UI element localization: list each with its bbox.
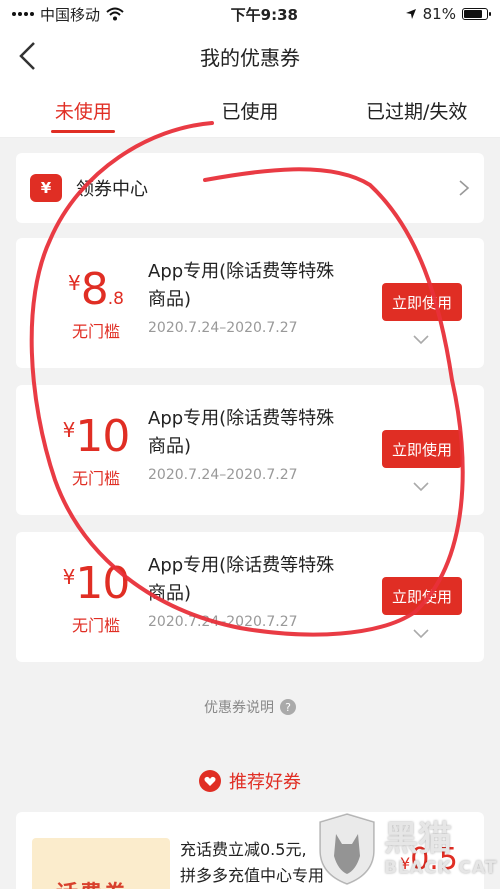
coupon-tabs: 未使用 已使用 已过期/失效 — [0, 84, 500, 138]
coupon-card: ¥10 无门槛 App专用(除话费等特殊商品) 2020.7.24–2020.7… — [16, 532, 484, 662]
question-icon: ? — [280, 699, 296, 715]
watermark-en: BLACK CAT — [384, 857, 498, 878]
coupon-validity: 2020.7.24–2020.7.27 — [148, 614, 298, 630]
status-left: 中国移动 — [12, 4, 124, 25]
coupon-condition: 无门槛 — [71, 322, 120, 341]
use-now-button[interactable]: 立即使用 — [382, 430, 462, 468]
recommend-title: 推荐好券 — [229, 772, 301, 793]
amount-value: 10 — [75, 411, 130, 462]
watermark-text: 黑猫 BLACK CAT — [384, 820, 497, 878]
currency-symbol: ¥ — [68, 271, 81, 295]
coupon-amount: ¥10 — [46, 558, 146, 609]
use-now-button[interactable]: 立即使用 — [382, 577, 462, 615]
coupon-explanation-link[interactable]: 优惠券说明 ? — [0, 697, 500, 717]
use-now-button[interactable]: 立即使用 — [382, 283, 462, 321]
clock: 下午9:38 — [230, 5, 298, 24]
amount-value: 10 — [75, 558, 130, 609]
chevron-right-icon — [459, 180, 470, 196]
carrier-label: 中国移动 — [40, 5, 101, 24]
coupon-center-label: 领券中心 — [76, 179, 148, 200]
tab-unused[interactable]: 未使用 — [0, 84, 167, 137]
coupon-validity: 2020.7.24–2020.7.27 — [148, 467, 298, 483]
coupon-amount: ¥10 — [46, 411, 146, 462]
currency-symbol: ¥ — [62, 565, 76, 589]
coupon-ticket-icon: ¥ — [30, 174, 62, 202]
back-arrow-icon[interactable] — [14, 40, 44, 72]
wifi-icon — [106, 7, 124, 21]
coupon-explanation-label: 优惠券说明 — [204, 700, 274, 716]
coupon-card: ¥10 无门槛 App专用(除话费等特殊商品) 2020.7.24–2020.7… — [16, 385, 484, 515]
rec-coupon-line1: 充话费立减0.5元, — [180, 840, 307, 859]
rec-coupon-line2: 拼多多充值中心专用 — [180, 866, 325, 885]
status-right: 81% — [405, 5, 491, 23]
currency-symbol: ¥ — [62, 418, 76, 442]
heart-icon — [199, 770, 221, 792]
chevron-down-icon[interactable] — [412, 334, 430, 346]
battery-icon — [461, 8, 491, 20]
watermark-cn: 黑猫 — [384, 818, 452, 859]
phone-bill-coupon-thumbnail: 话费券 — [32, 838, 170, 889]
amount-decimal: .8 — [107, 289, 124, 309]
black-cat-watermark: 黑猫 BLACK CAT — [316, 808, 500, 889]
coupon-condition: 无门槛 — [71, 469, 120, 488]
recommend-header: 推荐好券 — [0, 768, 500, 794]
page-title: 我的优惠券 — [200, 45, 300, 70]
chevron-down-icon[interactable] — [412, 481, 430, 493]
signal-icon — [12, 12, 34, 16]
coupon-card: ¥8.8 无门槛 App专用(除话费等特殊商品) 2020.7.24–2020.… — [16, 238, 484, 368]
battery-percent: 81% — [422, 5, 456, 23]
status-bar: 中国移动 下午9:38 81% — [0, 0, 500, 28]
cat-shield-logo-icon — [319, 812, 375, 885]
coupon-center-row[interactable]: ¥ 领券中心 — [16, 153, 484, 223]
coupon-description: App专用(除话费等特殊商品) — [148, 261, 335, 310]
coupon-description: App专用(除话费等特殊商品) — [148, 555, 335, 604]
chevron-down-icon[interactable] — [412, 628, 430, 640]
coupon-description: App专用(除话费等特殊商品) — [148, 408, 335, 457]
amount-value: 8 — [80, 264, 109, 315]
tab-used[interactable]: 已使用 — [167, 84, 334, 137]
coupon-validity: 2020.7.24–2020.7.27 — [148, 320, 298, 336]
coupon-condition: 无门槛 — [71, 616, 120, 635]
nav-bar: 我的优惠券 — [0, 28, 500, 84]
thumbnail-label: 话费券 — [56, 876, 128, 889]
coupon-amount: ¥8.8 — [46, 264, 146, 315]
location-arrow-icon — [405, 9, 416, 19]
tab-expired[interactable]: 已过期/失效 — [333, 84, 500, 137]
